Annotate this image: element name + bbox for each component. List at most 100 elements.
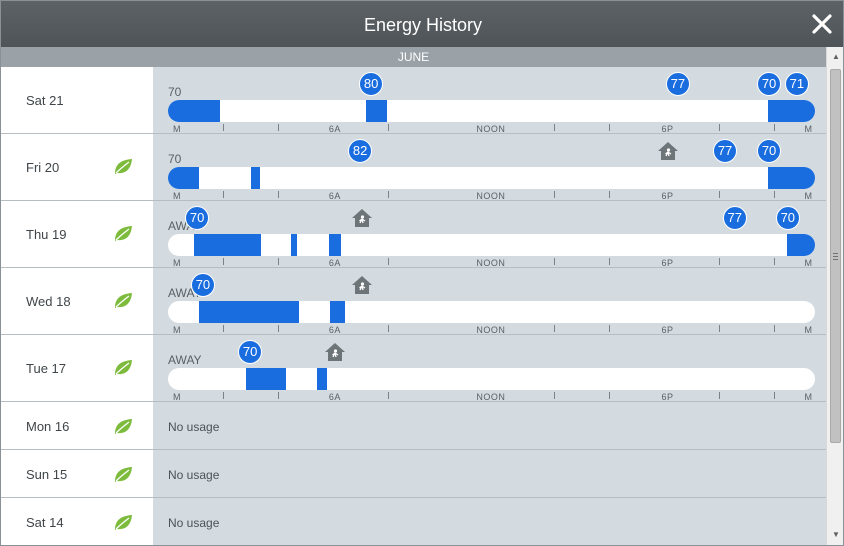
energy-history-window: Energy History JUNE Sat 21 70 80 77 70 71 M 6A N…: [0, 0, 844, 546]
scrollbar[interactable]: ▲ ▼: [826, 47, 843, 545]
no-usage-text: No usage: [168, 420, 220, 434]
time-tick-label: 6A: [328, 191, 341, 201]
day-label: Sun 15: [26, 467, 68, 482]
time-tick: [222, 392, 224, 399]
time-tick: [719, 325, 721, 332]
no-usage-text: No usage: [168, 516, 220, 530]
day-label: Tue 17: [26, 361, 66, 376]
time-tick: [609, 392, 611, 399]
setpoint-badge[interactable]: 70: [238, 340, 263, 364]
time-tick-label: M: [804, 258, 813, 268]
start-setpoint-label: 70: [168, 152, 182, 166]
day-row[interactable]: Tue 17 AWAY 70 M 6A NOON 6P M: [1, 335, 826, 402]
time-tick-label: M: [173, 124, 182, 134]
day-timeline: No usage: [153, 498, 826, 545]
setpoint-badge[interactable]: 70: [190, 273, 215, 297]
time-tick-label: 6P: [661, 258, 674, 268]
day-row[interactable]: Sat 21 70 80 77 70 71 M 6A NOON 6P M: [1, 67, 826, 134]
leaf-icon: [113, 158, 133, 176]
time-tick-label: 6P: [661, 392, 674, 402]
setpoint-badge[interactable]: 77: [713, 139, 738, 163]
time-tick: [609, 124, 611, 131]
home-arrival-icon: [351, 208, 373, 228]
time-tick-label: M: [173, 258, 182, 268]
start-setpoint-label: 70: [168, 85, 182, 99]
day-timeline: 70 82 77 70 M 6A NOON 6P M: [153, 134, 826, 201]
usage-segment: [193, 234, 261, 256]
home-arrival-icon: [657, 141, 679, 161]
day-label: Sat 21: [26, 93, 64, 108]
time-tick: [222, 191, 224, 198]
setpoint-badge[interactable]: 82: [348, 139, 373, 163]
time-tick: [554, 124, 556, 131]
grip-line: [833, 253, 838, 254]
time-tick: [222, 325, 224, 332]
leaf-icon: [113, 292, 133, 310]
setpoint-badge[interactable]: 77: [665, 72, 690, 96]
day-timeline: No usage: [153, 450, 826, 497]
time-tick: [609, 258, 611, 265]
setpoint-badge[interactable]: 70: [775, 206, 800, 230]
day-timeline: AWAY 70 77 70 M 6A NOON 6P M: [153, 201, 826, 268]
window-title: Energy History: [363, 15, 483, 35]
title-bar: Energy History: [1, 1, 843, 47]
time-tick: [277, 325, 279, 332]
day-row[interactable]: Sat 14 No usage: [1, 498, 826, 545]
time-tick: [387, 191, 389, 198]
time-tick: [774, 392, 776, 399]
day-label: Wed 18: [26, 294, 71, 309]
day-label: Mon 16: [26, 419, 70, 434]
day-timeline: 70 80 77 70 71 M 6A NOON 6P M: [153, 67, 826, 134]
usage-segment: [787, 234, 815, 256]
time-tick-label: NOON: [476, 258, 506, 268]
time-tick: [609, 191, 611, 198]
start-setpoint-label: AWAY: [168, 353, 202, 367]
no-usage-text: No usage: [168, 468, 220, 482]
day-row[interactable]: Mon 16 No usage: [1, 402, 826, 450]
day-row[interactable]: Sun 15 No usage: [1, 450, 826, 498]
time-tick-label: 6P: [661, 191, 674, 201]
leaf-icon: [113, 359, 133, 377]
home-arrival-icon: [324, 342, 346, 362]
grip-line: [833, 256, 838, 257]
day-row[interactable]: Fri 20 70 82 77 70 M 6A NOON 6P M: [1, 134, 826, 201]
time-tick: [387, 325, 389, 332]
scroll-down-arrow-icon[interactable]: ▼: [827, 527, 843, 543]
day-row[interactable]: Wed 18 AWAY 70 M 6A NOON 6P M: [1, 268, 826, 335]
time-tick-label: 6A: [328, 258, 341, 268]
time-tick: [222, 258, 224, 265]
setpoint-badge[interactable]: 70: [757, 139, 782, 163]
time-tick: [554, 392, 556, 399]
time-tick: [222, 124, 224, 131]
time-tick: [277, 124, 279, 131]
scrollbar-thumb[interactable]: [830, 69, 841, 443]
usage-segment: [199, 301, 300, 323]
time-tick-label: NOON: [476, 392, 506, 402]
close-icon[interactable]: [811, 13, 833, 35]
time-tick: [277, 392, 279, 399]
setpoint-badge[interactable]: 71: [784, 72, 809, 96]
scroll-up-arrow-icon[interactable]: ▲: [827, 49, 843, 65]
day-row[interactable]: Thu 19 AWAY 70 77 70 M 6A NOON 6P M: [1, 201, 826, 268]
time-tick: [387, 392, 389, 399]
usage-bar: [168, 368, 815, 390]
time-tick: [554, 258, 556, 265]
time-tick: [387, 124, 389, 131]
usage-segment: [290, 234, 298, 256]
home-arrival-icon: [351, 275, 373, 295]
setpoint-badge[interactable]: 70: [757, 72, 782, 96]
time-tick: [554, 191, 556, 198]
setpoint-badge[interactable]: 70: [185, 206, 210, 230]
time-tick: [774, 258, 776, 265]
usage-bar: [168, 167, 815, 189]
setpoint-badge[interactable]: 80: [359, 72, 384, 96]
time-tick-label: NOON: [476, 124, 506, 134]
usage-segment: [250, 167, 260, 189]
grip-line: [833, 259, 838, 260]
day-timeline: No usage: [153, 402, 826, 449]
day-label: Sat 14: [26, 515, 64, 530]
usage-bar: [168, 301, 815, 323]
usage-segment: [768, 167, 815, 189]
usage-segment: [329, 234, 342, 256]
setpoint-badge[interactable]: 77: [722, 206, 747, 230]
